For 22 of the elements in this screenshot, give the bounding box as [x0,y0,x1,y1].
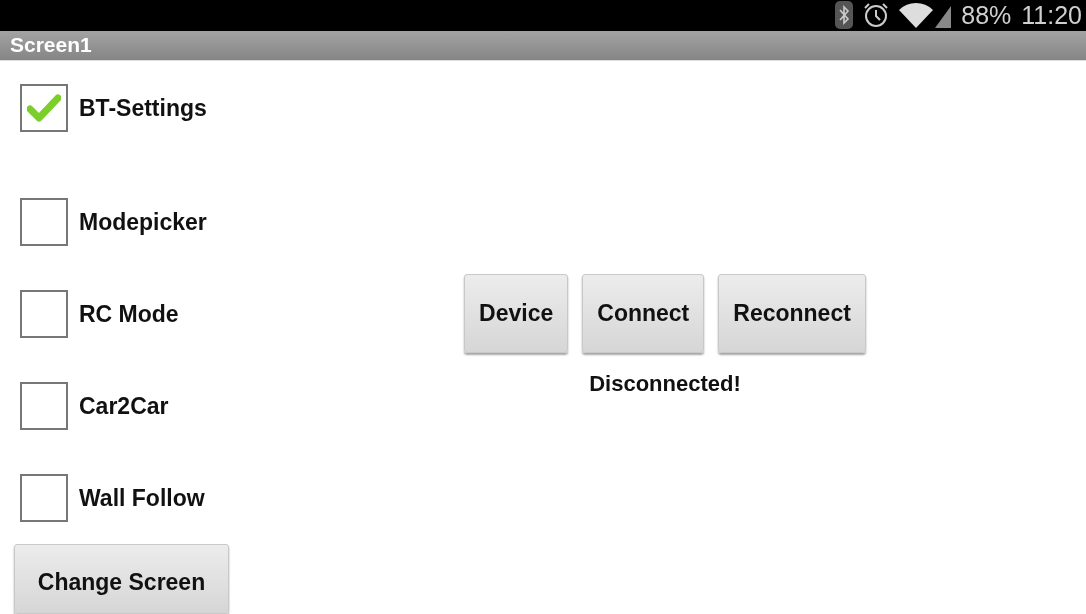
connection-button[interactable]: Connect [582,274,705,353]
battery-percentage: 88% [961,0,1012,30]
connection-button[interactable]: Reconnect [718,274,866,353]
checkbox-label: BT-Settings [79,94,207,122]
clock-time: 11:20 [1021,0,1082,30]
checkbox[interactable] [20,382,68,430]
change-screen-button[interactable]: Change Screen [14,544,229,614]
checkbox-label: Modepicker [79,208,207,236]
checkbox[interactable] [20,84,68,132]
alarm-icon [863,2,890,29]
checkbox[interactable] [20,198,68,246]
signal-icon [899,2,952,29]
checkbox-label: Car2Car [79,392,169,420]
checkbox-label: RC Mode [79,300,179,328]
checkbox-label: Wall Follow [79,484,205,512]
connection-status: Disconnected! [589,371,741,397]
bluetooth-icon [835,1,854,30]
check-icon [27,94,61,122]
screen-title: Screen1 [10,33,92,58]
checkbox[interactable] [20,290,68,338]
connection-button[interactable]: Device [464,274,569,353]
checkbox[interactable] [20,474,68,522]
